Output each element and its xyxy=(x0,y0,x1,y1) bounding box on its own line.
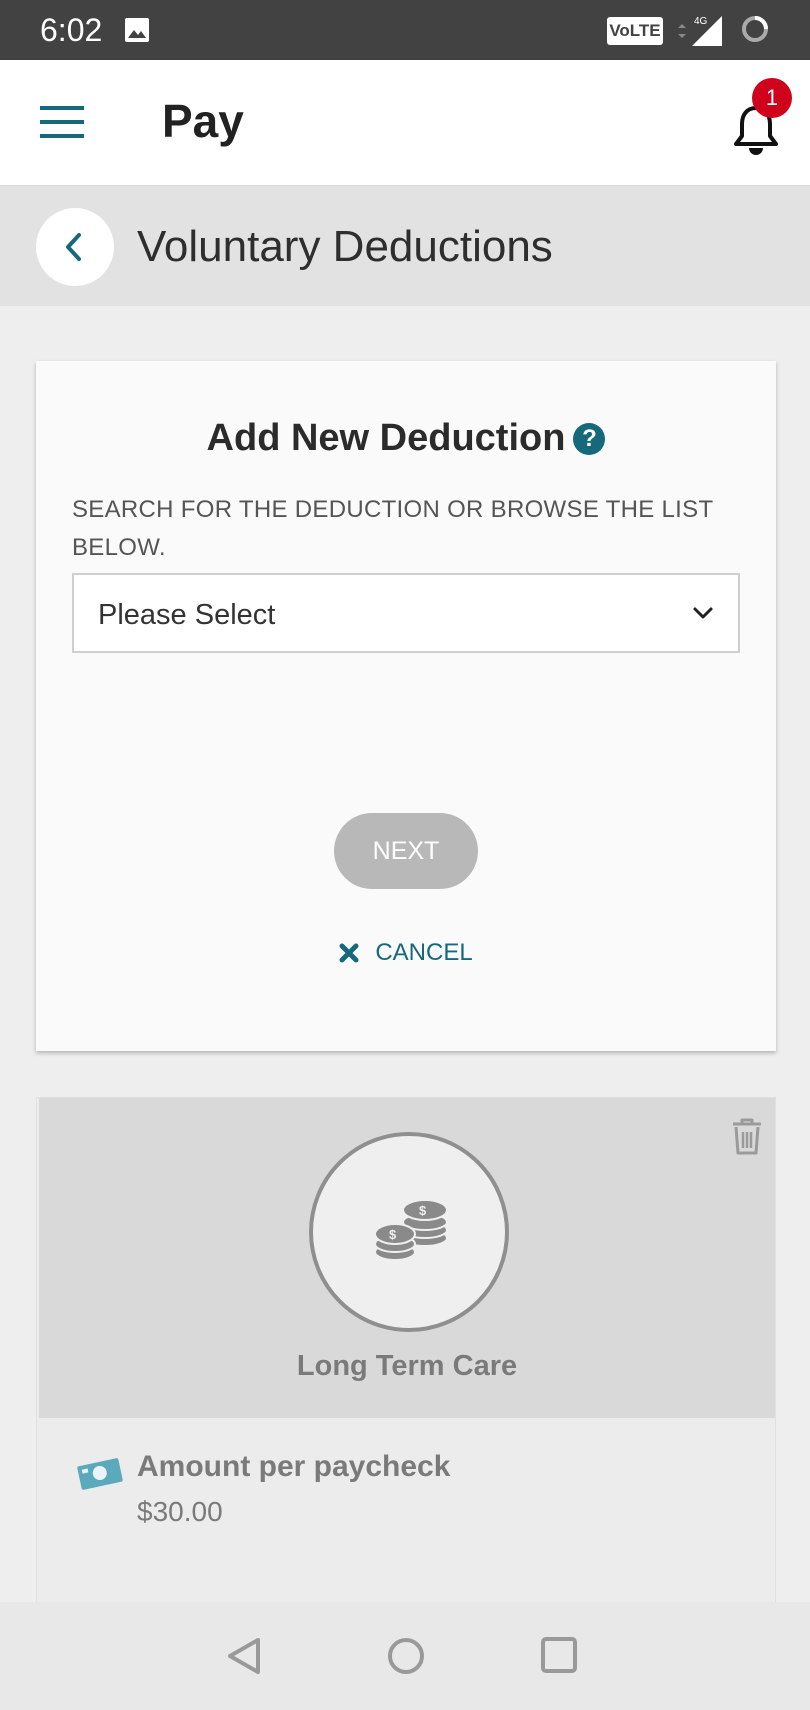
deduction-name: Long Term Care xyxy=(296,1350,518,1382)
notification-badge: 1 xyxy=(752,78,792,118)
page-header: Voluntary Deductions xyxy=(0,186,810,306)
status-bar: 6:02 VoLTE 4G xyxy=(0,0,810,60)
app-bar: Pay 1 xyxy=(0,60,810,186)
help-icon[interactable]: ? xyxy=(573,422,606,455)
add-deduction-title: Add New Deduction xyxy=(206,417,566,459)
svg-text:$: $ xyxy=(419,1203,427,1218)
app-title: Pay xyxy=(162,95,244,147)
search-label: SEARCH FOR THE DEDUCTION OR BROWSE THE L… xyxy=(72,496,713,561)
navigation-bar xyxy=(0,1602,810,1710)
svg-text:$: $ xyxy=(389,1227,397,1242)
nav-back-icon[interactable] xyxy=(224,1636,264,1676)
deduction-card: $ $ Long Term Care Amount per paycheck $… xyxy=(36,1097,776,1617)
amount-value: $30.00 xyxy=(137,1496,223,1527)
next-button[interactable]: NEXT xyxy=(334,813,478,889)
chevron-left-icon xyxy=(66,233,81,261)
amount-label: Amount per paycheck xyxy=(137,1450,451,1483)
cancel-button[interactable]: CANCEL xyxy=(36,939,776,970)
signal-icon: 4G xyxy=(678,16,722,46)
network-type: 4G xyxy=(694,16,708,27)
trash-icon[interactable] xyxy=(729,1116,765,1156)
add-deduction-card: Add New Deduction ? SEARCH FOR THE DEDUC… xyxy=(36,361,776,1051)
chevron-down-icon xyxy=(693,607,713,619)
image-icon xyxy=(125,18,149,42)
close-icon xyxy=(339,943,359,963)
nav-recent-icon[interactable] xyxy=(540,1636,578,1674)
money-icon xyxy=(77,1458,123,1490)
coins-avatar: $ $ xyxy=(309,1132,509,1332)
nav-home-icon[interactable] xyxy=(386,1636,426,1676)
menu-icon[interactable] xyxy=(40,104,84,140)
deduction-card-header: $ $ Long Term Care xyxy=(39,1098,775,1418)
page-title: Voluntary Deductions xyxy=(137,222,553,271)
status-time: 6:02 xyxy=(40,12,103,48)
coins-icon: $ $ xyxy=(374,1199,448,1261)
back-button[interactable] xyxy=(36,208,114,286)
card-title-row: Add New Deduction ? xyxy=(36,417,776,460)
loading-icon xyxy=(742,16,768,42)
deduction-select[interactable]: Please Select xyxy=(72,573,740,653)
select-value: Please Select xyxy=(98,599,276,631)
volte-badge: VoLTE xyxy=(607,17,663,45)
cancel-label: CANCEL xyxy=(375,939,473,966)
